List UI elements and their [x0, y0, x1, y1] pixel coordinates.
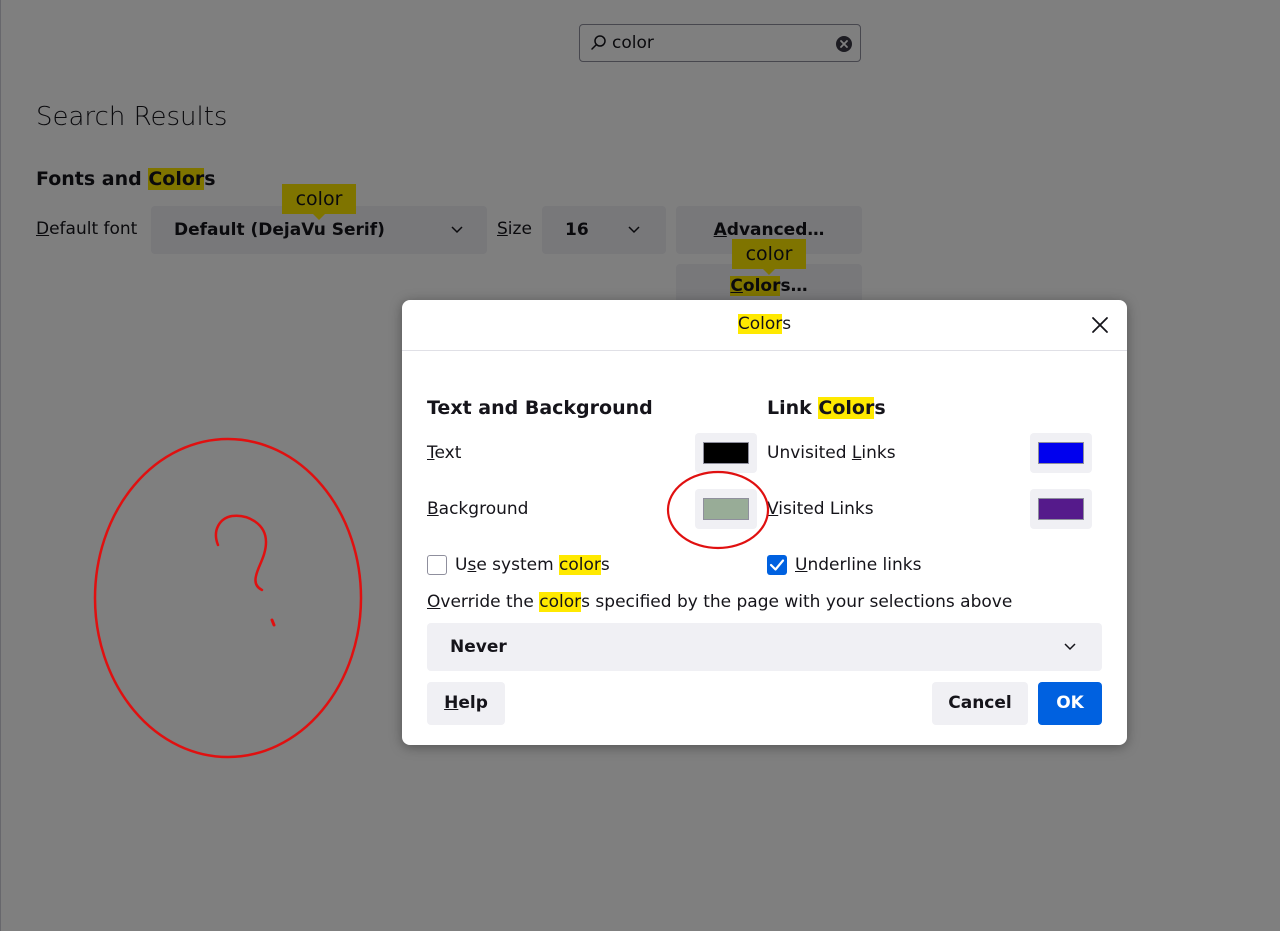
use-system-colors-label[interactable]: Use system colors	[455, 555, 610, 575]
link-colors-heading: Link Colors	[767, 397, 886, 419]
help-button[interactable]: Help	[427, 682, 505, 725]
dialog-title: Colors	[737, 314, 792, 334]
unvisited-links-label: Unvisited Links	[767, 443, 896, 463]
override-colors-select[interactable]: Never	[427, 623, 1102, 671]
close-icon[interactable]	[1090, 315, 1110, 335]
ok-button[interactable]: OK	[1038, 682, 1102, 725]
dialog-header-divider	[402, 350, 1127, 351]
background-color-swatch	[703, 498, 749, 520]
text-background-heading: Text and Background	[427, 397, 653, 419]
use-system-colors-checkbox[interactable]	[427, 555, 447, 575]
unvisited-links-swatch	[1038, 442, 1084, 464]
override-colors-label: Override the colors specified by the pag…	[427, 592, 1013, 612]
underline-links-checkbox[interactable]	[767, 555, 787, 575]
underline-links-label[interactable]: Underline links	[795, 555, 921, 575]
check-icon	[769, 559, 785, 571]
visited-links-color-picker[interactable]	[1030, 489, 1092, 529]
visited-links-label: Visited Links	[767, 499, 874, 519]
background-color-label: Background	[427, 499, 529, 519]
text-color-picker[interactable]	[695, 433, 757, 473]
cancel-button[interactable]: Cancel	[932, 682, 1028, 725]
background-color-picker[interactable]	[695, 489, 757, 529]
text-color-swatch	[703, 442, 749, 464]
colors-dialog: Colors Text and Background Link Colors T…	[402, 300, 1127, 745]
unvisited-links-color-picker[interactable]	[1030, 433, 1092, 473]
chevron-down-icon	[1064, 643, 1076, 651]
override-colors-value: Never	[450, 637, 507, 657]
visited-links-swatch	[1038, 498, 1084, 520]
text-color-label: Text	[427, 443, 462, 463]
